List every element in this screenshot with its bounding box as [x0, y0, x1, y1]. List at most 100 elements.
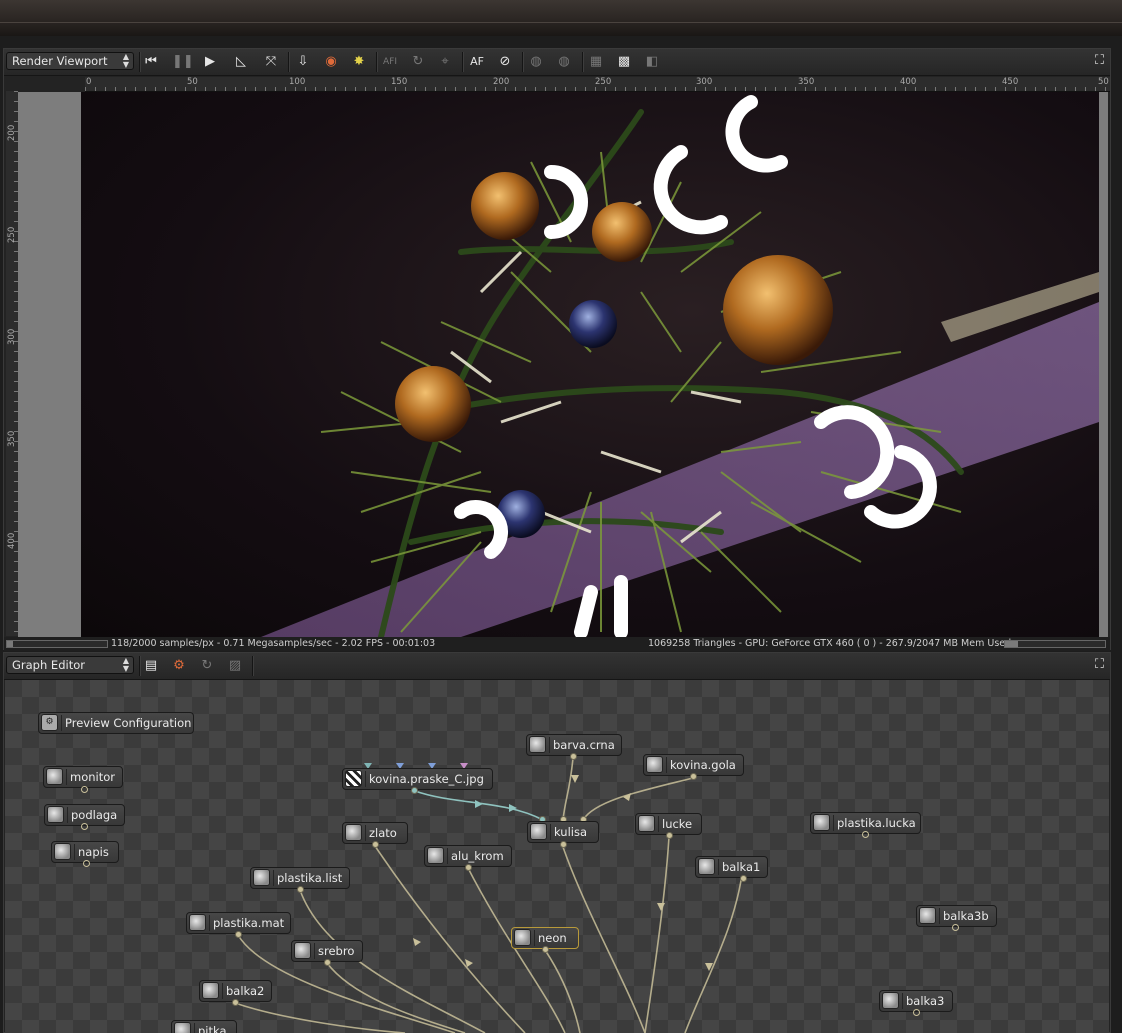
- node-label: balka1: [722, 860, 761, 874]
- object-node-icon: [638, 815, 655, 832]
- ruler-tick-label: 200: [493, 77, 510, 87]
- pick-focus-icon[interactable]: ⌖: [436, 53, 454, 71]
- node-graph-canvas[interactable]: ⚙ Preview Configuration monitor podlaga …: [5, 680, 1109, 1033]
- output-socket[interactable]: [81, 786, 88, 793]
- checker-background-icon[interactable]: ▩: [615, 53, 633, 71]
- ruler-tick-label: 350: [7, 430, 17, 447]
- node-kovina-praske[interactable]: kovina.praske_C.jpg: [342, 768, 493, 790]
- editor-mode-label: Graph Editor: [12, 658, 85, 672]
- output-socket[interactable]: [411, 787, 418, 794]
- viewport-mode-label: Render Viewport: [12, 54, 108, 68]
- node-label: neon: [538, 931, 567, 945]
- light-icon[interactable]: ✸: [350, 53, 368, 71]
- node-label: plastika.lucka: [837, 816, 916, 830]
- restart-render-icon[interactable]: ⏮: [142, 53, 160, 71]
- fit-view-icon[interactable]: ⤧: [262, 53, 280, 71]
- object-node-icon: [294, 942, 311, 959]
- node-label: balka3: [906, 994, 945, 1008]
- output-socket[interactable]: [83, 860, 90, 867]
- maximize-panel-icon[interactable]: ⛶: [1095, 53, 1104, 68]
- scene-statistics: 1069258 Triangles - GPU: GeForce GTX 460…: [648, 638, 1012, 649]
- output-socket[interactable]: [235, 931, 242, 938]
- ruler-tick-label: 400: [900, 77, 917, 87]
- clear-region-icon[interactable]: ◍: [555, 53, 573, 71]
- viewport-margin-right: [1099, 92, 1108, 637]
- object-node-icon: [813, 814, 830, 831]
- output-socket[interactable]: [740, 875, 747, 882]
- node-label: plastika.list: [277, 871, 343, 885]
- node-label: napis: [78, 845, 109, 859]
- refresh-icon[interactable]: ↻: [198, 657, 216, 675]
- preview-config-icon: ⚙: [41, 714, 58, 731]
- render-viewport-panel: Render Viewport ▲ ▼ ⏮ ❚❚ ▶ ◺ ⤧ ⇩ ◉ ✸ AFI …: [3, 48, 1111, 651]
- graph-editor-toolbar: Graph Editor ▲ ▼ ▤ ⚙ ↻ ▨ ⛶: [4, 653, 1110, 680]
- render-status-bar: 118/2000 samples/px - 0.71 Megasamples/s…: [4, 637, 1110, 651]
- output-socket[interactable]: [297, 886, 304, 893]
- cleanup-icon[interactable]: ▨: [226, 657, 244, 675]
- node-label: plastika.mat: [213, 916, 285, 930]
- af-button[interactable]: AF: [468, 53, 486, 71]
- region-render-icon[interactable]: ◍: [527, 53, 545, 71]
- output-socket[interactable]: [232, 999, 239, 1006]
- output-socket[interactable]: [324, 959, 331, 966]
- object-node-icon: [919, 907, 936, 924]
- node-label: balka3b: [943, 909, 989, 923]
- node-label: lucke: [662, 817, 693, 831]
- ruler-tick-label: 250: [7, 226, 17, 243]
- output-socket[interactable]: [952, 924, 959, 931]
- output-socket[interactable]: [560, 841, 567, 848]
- play-icon[interactable]: ▶: [201, 53, 219, 71]
- node-label: kovina.praske_C.jpg: [369, 772, 484, 786]
- ruler-tick-label: 400: [7, 532, 17, 549]
- output-socket[interactable]: [666, 832, 673, 839]
- output-socket[interactable]: [372, 841, 379, 848]
- node-label: kulisa: [554, 825, 588, 839]
- ruler-tick-label: 300: [7, 328, 17, 345]
- ruler-tick-label: 300: [696, 77, 713, 87]
- save-scene-icon[interactable]: ▤: [142, 657, 160, 675]
- select-arrows-icon: ▲ ▼: [122, 52, 129, 69]
- render-target-icon[interactable]: ⚙: [170, 657, 188, 675]
- editor-mode-select[interactable]: Graph Editor ▲ ▼: [6, 656, 134, 674]
- object-node-icon: [698, 858, 715, 875]
- pause-icon[interactable]: ❚❚: [172, 53, 194, 71]
- object-node-icon: [882, 992, 899, 1009]
- output-socket[interactable]: [81, 823, 88, 830]
- ruler-tick-label: 50: [1098, 77, 1109, 87]
- refresh-focus-icon[interactable]: ↻: [409, 53, 427, 71]
- color-picker-icon[interactable]: ◉: [322, 53, 340, 71]
- output-socket[interactable]: [862, 831, 869, 838]
- output-socket[interactable]: [542, 946, 549, 953]
- render-statistics: 118/2000 samples/px - 0.71 Megasamples/s…: [111, 638, 436, 649]
- save-image-icon[interactable]: ⇩: [294, 53, 312, 71]
- memory-usage-bar: [1004, 640, 1106, 648]
- graph-editor-panel: Graph Editor ▲ ▼ ▤ ⚙ ↻ ▨ ⛶ ⚙ Preview Con…: [3, 652, 1111, 1033]
- object-node-icon: [253, 869, 270, 886]
- object-node-icon: [189, 914, 206, 931]
- ruler-tick-label: 50: [187, 77, 198, 87]
- node-preview-configuration[interactable]: ⚙ Preview Configuration: [38, 712, 194, 734]
- render-canvas[interactable]: [81, 92, 1099, 637]
- vertical-ruler: [6, 91, 18, 636]
- viewport-mode-select[interactable]: Render Viewport ▲ ▼: [6, 52, 134, 70]
- output-socket[interactable]: [913, 1009, 920, 1016]
- node-monitor[interactable]: monitor: [43, 766, 123, 788]
- node-pitka[interactable]: pitka: [171, 1020, 237, 1033]
- maximize-panel-icon[interactable]: ⛶: [1095, 657, 1104, 672]
- output-socket[interactable]: [570, 753, 577, 760]
- node-label: srebro: [318, 944, 355, 958]
- ruler-icon[interactable]: ◺: [232, 53, 250, 71]
- alpha-background-icon[interactable]: ◧: [643, 53, 661, 71]
- object-node-icon: [54, 843, 71, 860]
- node-balka1[interactable]: balka1: [695, 856, 768, 878]
- ruler-tick-label: 250: [595, 77, 612, 87]
- background-gray-icon[interactable]: ▦: [587, 53, 605, 71]
- node-label: monitor: [70, 770, 115, 784]
- output-socket[interactable]: [690, 773, 697, 780]
- focus-target-icon[interactable]: ⊘: [496, 53, 514, 71]
- output-socket[interactable]: [465, 864, 472, 871]
- afi-button[interactable]: AFI: [381, 53, 399, 71]
- ruler-tick-label: 350: [798, 77, 815, 87]
- node-kulisa[interactable]: kulisa: [527, 821, 599, 843]
- node-label: balka2: [226, 984, 265, 998]
